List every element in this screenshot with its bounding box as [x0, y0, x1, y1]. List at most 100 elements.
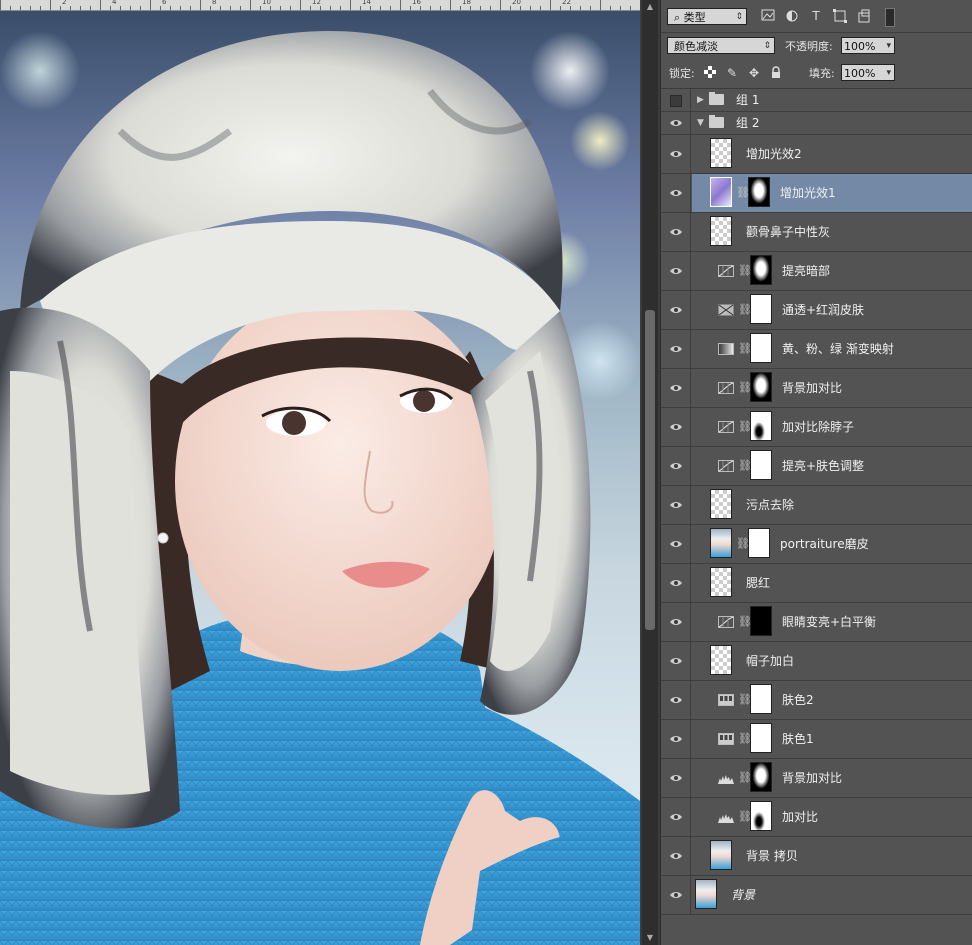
layer-row[interactable]: ⛓ 眼睛变亮+白平衡	[661, 603, 972, 642]
layer-body[interactable]: ⛓ 加对比除脖子	[692, 408, 972, 446]
visibility-toggle[interactable]	[661, 681, 691, 719]
layer-thumbnail[interactable]	[710, 216, 732, 246]
layer-row[interactable]: ⛓ 增加光效1	[661, 174, 972, 213]
layer-row[interactable]: 颧骨鼻子中性灰	[661, 213, 972, 252]
layer-mask-thumbnail[interactable]	[750, 606, 772, 636]
layer-body[interactable]: 增加光效2	[692, 135, 972, 173]
lock-all-icon[interactable]	[769, 66, 783, 80]
visibility-toggle[interactable]	[661, 89, 691, 111]
layer-body[interactable]: ⛓ 黄、粉、绿 渐变映射	[692, 330, 972, 368]
layer-mask-thumbnail[interactable]	[750, 294, 772, 324]
layer-mask-thumbnail[interactable]	[748, 528, 770, 558]
layer-mask-thumbnail[interactable]	[750, 762, 772, 792]
layer-thumbnail[interactable]	[710, 645, 732, 675]
layer-row[interactable]: ⛓ 背景加对比	[661, 759, 972, 798]
layer-row[interactable]: ⛓ 加对比除脖子	[661, 408, 972, 447]
layer-row[interactable]: 背景	[661, 876, 972, 915]
visibility-toggle[interactable]	[661, 369, 691, 407]
layer-row[interactable]: ⛓ 加对比	[661, 798, 972, 837]
layer-body[interactable]: ⛓ 背景加对比	[692, 759, 972, 797]
layer-body[interactable]: 污点去除	[692, 486, 972, 524]
layer-body[interactable]: ⛓ 加对比	[692, 798, 972, 836]
layer-row[interactable]: 腮红	[661, 564, 972, 603]
layer-mask-thumbnail[interactable]	[748, 177, 770, 207]
layer-body[interactable]: ⛓ 肤色1	[692, 720, 972, 758]
scroll-down-icon[interactable]: ▼	[645, 933, 655, 943]
layer-thumbnail[interactable]	[695, 879, 717, 909]
visibility-toggle[interactable]	[661, 798, 691, 836]
layer-body[interactable]: 背景	[692, 876, 972, 914]
layer-thumbnail[interactable]	[710, 840, 732, 870]
scrollbar-thumb[interactable]	[645, 310, 655, 630]
layer-thumbnail[interactable]	[710, 138, 732, 168]
layer-group-row[interactable]: ▼ 组 2	[661, 112, 972, 135]
layer-row[interactable]: 帽子加白	[661, 642, 972, 681]
layer-thumbnail[interactable]	[710, 567, 732, 597]
scroll-up-icon[interactable]: ▲	[645, 2, 655, 12]
vertical-scrollbar[interactable]: ▲ ▼	[642, 0, 658, 945]
visibility-toggle[interactable]	[661, 642, 691, 680]
document-canvas[interactable]	[0, 11, 640, 945]
visibility-toggle[interactable]	[661, 486, 691, 524]
type-filter-icon[interactable]: T	[809, 9, 823, 23]
lock-image-pixels-icon[interactable]: ✎	[725, 66, 739, 80]
layer-row[interactable]: ⛓ portraiture磨皮	[661, 525, 972, 564]
layer-body[interactable]: ⛓ 通透+红润皮肤	[692, 291, 972, 329]
visibility-toggle[interactable]	[661, 759, 691, 797]
visibility-toggle[interactable]	[661, 876, 691, 914]
layer-row[interactable]: 污点去除	[661, 486, 972, 525]
visibility-toggle[interactable]	[661, 564, 691, 602]
layer-row[interactable]: ⛓ 肤色1	[661, 720, 972, 759]
visibility-toggle[interactable]	[661, 408, 691, 446]
layer-body[interactable]: ⛓ 提亮暗部	[692, 252, 972, 290]
layer-mask-thumbnail[interactable]	[750, 372, 772, 402]
layer-body[interactable]: ⛓ 背景加对比	[692, 369, 972, 407]
layer-thumbnail[interactable]	[710, 489, 732, 519]
expand-right-icon[interactable]: ▶	[697, 95, 704, 105]
layer-body[interactable]: ▶ 组 1	[692, 89, 972, 111]
canvas-area[interactable]: 2 4 6 8 10 12 14 16 18 20 22 ▲ ▼	[0, 0, 660, 945]
layer-body[interactable]: ⛓ 提亮+肤色调整	[692, 447, 972, 485]
filter-toggle[interactable]	[885, 8, 895, 27]
layer-mask-thumbnail[interactable]	[750, 411, 772, 441]
layer-mask-thumbnail[interactable]	[750, 450, 772, 480]
smart-object-filter-icon[interactable]	[857, 9, 871, 23]
visibility-toggle[interactable]	[661, 720, 691, 758]
layer-mask-thumbnail[interactable]	[750, 801, 772, 831]
visibility-toggle[interactable]	[661, 213, 691, 251]
layer-row[interactable]: ⛓ 提亮+肤色调整	[661, 447, 972, 486]
layer-mask-thumbnail[interactable]	[750, 255, 772, 285]
layer-body[interactable]: ⛓ 肤色2	[692, 681, 972, 719]
layer-body[interactable]: 帽子加白	[692, 642, 972, 680]
blend-mode-dropdown[interactable]: 颜色减淡 ⇕	[667, 37, 775, 54]
visibility-toggle[interactable]	[661, 174, 691, 212]
layer-body[interactable]: 腮红	[692, 564, 972, 602]
layer-mask-thumbnail[interactable]	[750, 723, 772, 753]
layer-row[interactable]: ⛓ 黄、粉、绿 渐变映射	[661, 330, 972, 369]
expand-down-icon[interactable]: ▼	[697, 118, 704, 128]
filter-kind-dropdown[interactable]: ⌕ 类型 ⇕	[667, 8, 747, 25]
layer-mask-thumbnail[interactable]	[750, 684, 772, 714]
layer-thumbnail[interactable]	[710, 528, 732, 558]
layer-thumbnail[interactable]	[710, 177, 732, 207]
layer-body[interactable]: ▼ 组 2	[692, 112, 972, 134]
layer-body[interactable]: ⛓ 增加光效1	[692, 174, 972, 212]
layer-row[interactable]: 增加光效2	[661, 135, 972, 174]
image-filter-icon[interactable]	[761, 9, 775, 23]
fill-field[interactable]: 100% ▾	[841, 64, 895, 81]
layer-row[interactable]: ⛓ 通透+红润皮肤	[661, 291, 972, 330]
layer-body[interactable]: 颧骨鼻子中性灰	[692, 213, 972, 251]
opacity-field[interactable]: 100% ▾	[841, 37, 895, 54]
visibility-toggle[interactable]	[661, 525, 691, 563]
layer-row[interactable]: ⛓ 肤色2	[661, 681, 972, 720]
visibility-toggle[interactable]	[661, 112, 691, 134]
visibility-toggle[interactable]	[661, 291, 691, 329]
visibility-toggle[interactable]	[661, 330, 691, 368]
layer-body[interactable]: 背景 拷贝	[692, 837, 972, 875]
visibility-toggle[interactable]	[661, 837, 691, 875]
shape-filter-icon[interactable]	[833, 9, 847, 23]
visibility-toggle[interactable]	[661, 447, 691, 485]
layer-row[interactable]: 背景 拷贝	[661, 837, 972, 876]
layer-body[interactable]: ⛓ 眼睛变亮+白平衡	[692, 603, 972, 641]
layer-mask-thumbnail[interactable]	[750, 333, 772, 363]
